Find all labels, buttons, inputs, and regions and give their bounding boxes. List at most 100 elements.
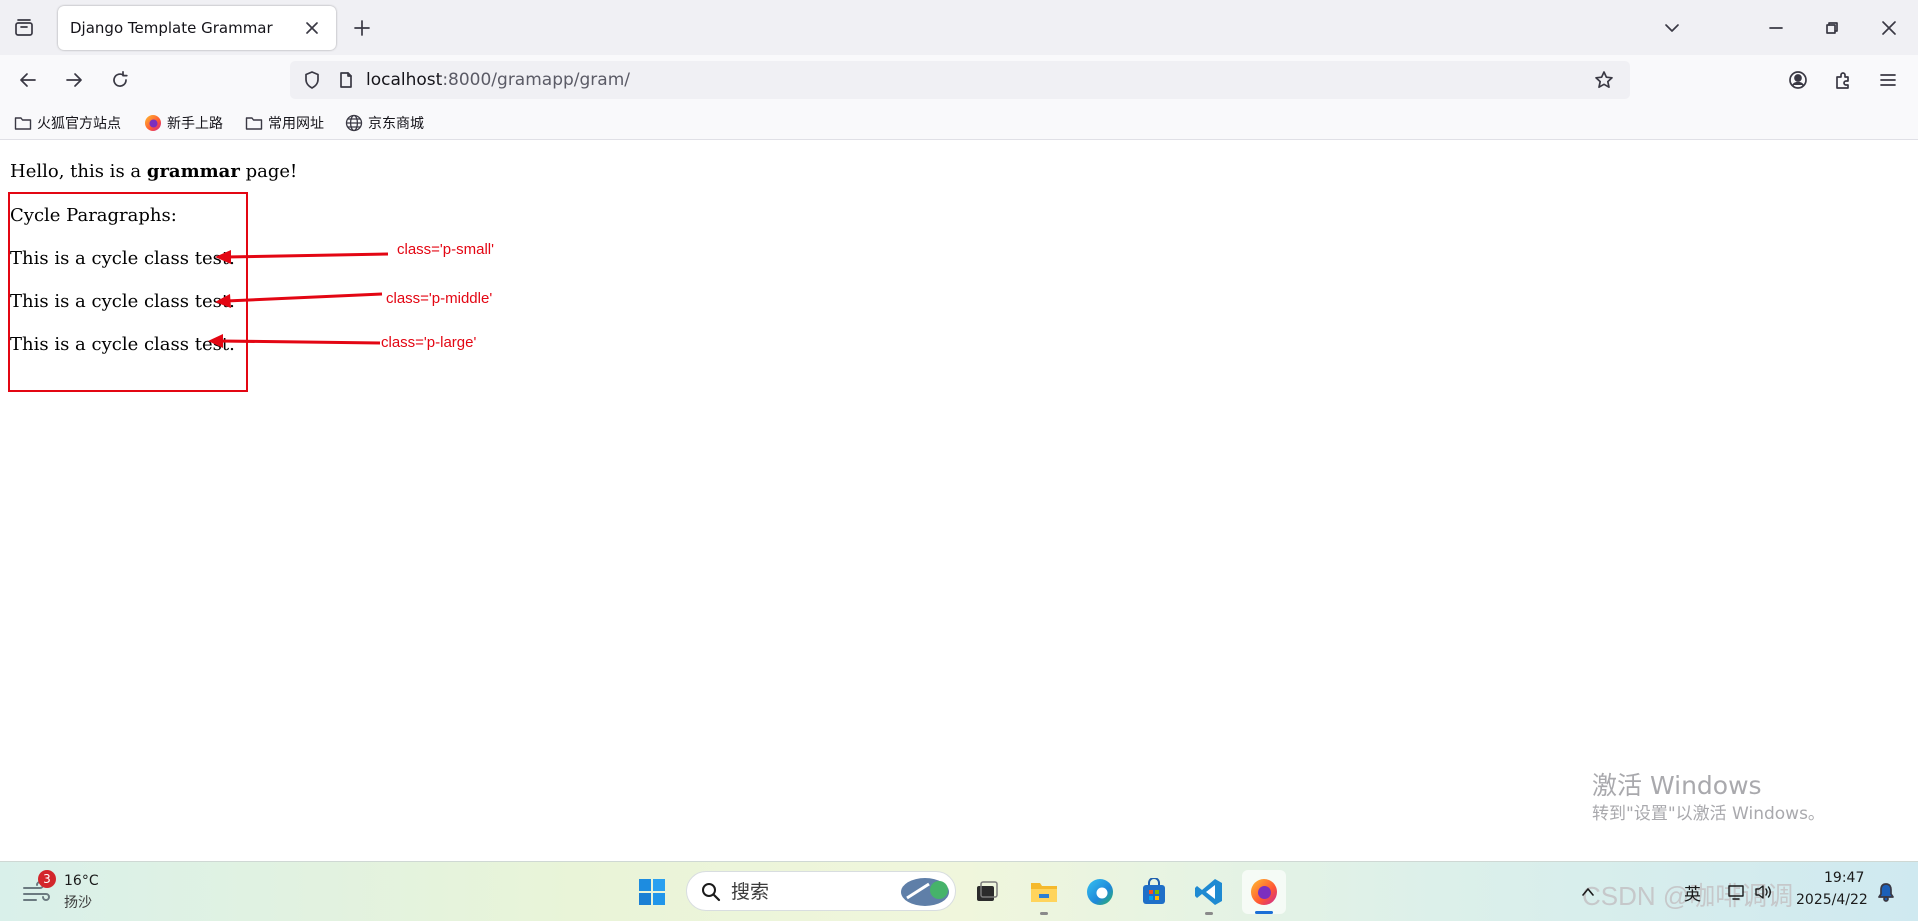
minimize-icon <box>1769 27 1783 29</box>
puzzle-icon <box>1836 72 1849 89</box>
folder-icon <box>14 115 32 131</box>
hamburger-icon <box>1880 74 1896 86</box>
tab-list-icon <box>15 19 33 36</box>
bell-icon <box>1878 883 1894 902</box>
new-tab-button[interactable] <box>348 14 376 42</box>
notifications-button[interactable] <box>1872 878 1900 906</box>
search-highlight-icon <box>901 878 949 906</box>
monitor-icon <box>1728 885 1744 900</box>
plus-icon <box>354 20 370 36</box>
annotation-arrows <box>208 250 389 348</box>
url-host: localhost <box>366 70 443 90</box>
bookmark-label: 常用网址 <box>268 115 324 132</box>
restore-icon <box>1826 22 1838 34</box>
taskbar-search-placeholder: 搜索 <box>731 881 770 903</box>
store-icon <box>1143 878 1165 904</box>
tab-close-button[interactable] <box>300 16 324 40</box>
arrow-p-large <box>219 339 381 345</box>
vscode-icon <box>1195 879 1222 905</box>
globe-icon <box>345 114 363 132</box>
start-button[interactable] <box>630 870 674 914</box>
bookmark-item-2[interactable]: 新手上路 <box>144 105 223 140</box>
bookmark-star-button[interactable] <box>1590 66 1618 94</box>
ime-indicator[interactable]: 英 <box>1684 880 1701 905</box>
running-indicator <box>1040 912 1048 915</box>
microsoft-store-button[interactable] <box>1132 870 1176 914</box>
firefox-icon <box>1251 879 1277 905</box>
edge-button[interactable] <box>1078 870 1122 914</box>
taskbar: 3 16°C 扬沙 搜索 CSDN @咖啡调调 英 19:47 2025/4/2… <box>0 861 1918 921</box>
edge-icon <box>1087 879 1113 905</box>
search-icon <box>702 883 721 902</box>
close-window-button[interactable] <box>1875 14 1903 42</box>
taskbar-search-box[interactable]: 搜索 <box>686 871 956 911</box>
close-icon <box>1882 21 1896 35</box>
arrowhead-p-small <box>215 250 231 264</box>
annotation-p-middle: class='p-middle' <box>386 290 493 307</box>
tray-date[interactable]: 2025/4/22 <box>1796 892 1868 908</box>
list-all-tabs-button[interactable] <box>1658 14 1686 42</box>
file-explorer-icon <box>1031 883 1057 902</box>
annotation-p-small: class='p-small' <box>397 241 495 258</box>
task-view-button[interactable] <box>965 870 1009 914</box>
speaker-icon <box>1755 885 1771 899</box>
show-hidden-icons-button[interactable] <box>1574 878 1602 906</box>
firefox-taskbar-button[interactable] <box>1242 870 1286 914</box>
account-icon <box>1789 71 1807 89</box>
navigation-bar: localhost:8000/gramapp/gram/ <box>0 55 1918 105</box>
back-button[interactable] <box>14 66 42 94</box>
bookmark-item-1[interactable]: 火狐官方站点 <box>14 105 121 140</box>
arrow-left-icon <box>20 73 36 87</box>
arrowhead-p-middle <box>215 294 231 308</box>
weather-badge: 3 <box>38 870 56 888</box>
reload-button[interactable] <box>106 66 134 94</box>
reload-icon <box>113 70 128 87</box>
task-view-icon <box>977 881 998 901</box>
active-indicator <box>1255 911 1273 914</box>
weather-widget[interactable]: 3 16°C 扬沙 <box>18 870 108 914</box>
weather-temp: 16°C <box>64 873 99 889</box>
firefox-icon <box>144 114 162 132</box>
annotation-p-large: class='p-large' <box>381 334 477 351</box>
extensions-button[interactable] <box>1829 66 1857 94</box>
running-indicator <box>1205 912 1213 915</box>
windows-logo-icon <box>639 879 665 905</box>
star-icon <box>1595 71 1613 89</box>
close-icon <box>306 22 318 34</box>
arrow-right-icon <box>66 73 82 87</box>
bookmark-label: 新手上路 <box>167 115 223 132</box>
tracking-protection-button[interactable] <box>298 66 326 94</box>
arrow-p-middle <box>225 292 383 303</box>
vscode-button[interactable] <box>1187 870 1231 915</box>
bookmark-label: 京东商城 <box>368 115 424 132</box>
network-button[interactable] <box>1722 878 1750 906</box>
url-bar[interactable]: localhost:8000/gramapp/gram/ <box>290 61 1630 99</box>
menu-button[interactable] <box>1874 66 1902 94</box>
page-info-button[interactable] <box>332 66 360 94</box>
forward-button[interactable] <box>60 66 88 94</box>
weather-desc: 扬沙 <box>64 895 92 911</box>
arrowhead-p-large <box>208 334 223 348</box>
page-icon <box>340 72 352 88</box>
chevron-down-icon <box>1665 24 1679 32</box>
minimize-button[interactable] <box>1762 14 1790 42</box>
page-content: Hello, this is a grammar page! Cycle Par… <box>0 141 1918 861</box>
tab-list-button[interactable] <box>10 14 38 42</box>
bookmark-label: 火狐官方站点 <box>37 115 121 132</box>
url-text[interactable]: localhost:8000/gramapp/gram/ <box>366 61 630 99</box>
bookmark-item-3[interactable]: 常用网址 <box>245 105 324 140</box>
tab-bar: Django Template Grammar <box>0 0 1918 55</box>
bookmark-item-4[interactable]: 京东商城 <box>345 105 424 140</box>
tab-active[interactable]: Django Template Grammar <box>58 6 336 50</box>
activation-watermark-title: 激活 Windows <box>1592 771 1762 800</box>
folder-icon <box>245 115 263 131</box>
volume-button[interactable] <box>1750 878 1778 906</box>
url-path: :8000/gramapp/gram/ <box>442 70 631 90</box>
tab-title: Django Template Grammar <box>70 19 273 37</box>
file-explorer-button[interactable] <box>1022 870 1066 915</box>
account-button[interactable] <box>1784 66 1812 94</box>
shield-icon <box>305 71 319 89</box>
restore-button[interactable] <box>1818 14 1846 42</box>
chevron-up-icon <box>1582 888 1594 896</box>
tray-time[interactable]: 19:47 <box>1824 870 1864 886</box>
